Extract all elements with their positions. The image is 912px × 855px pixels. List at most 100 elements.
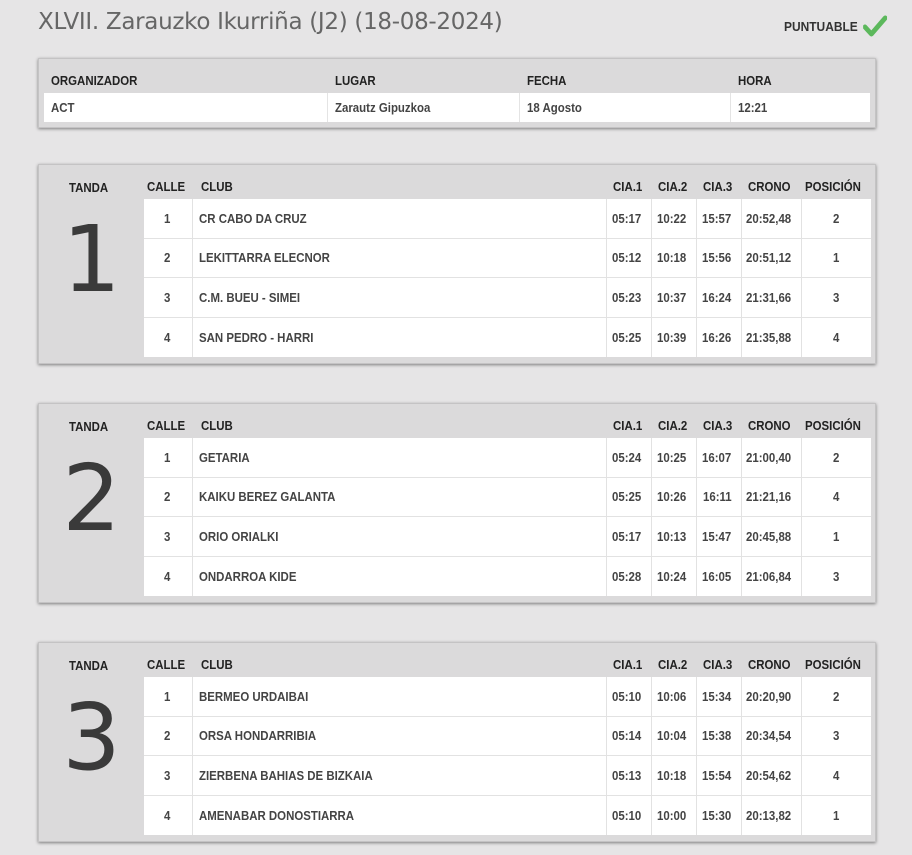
crono-cell: 20:51,12 [742,238,802,277]
hora-value: 12:21 [738,100,768,115]
club-cell: ONDARROA KIDE [193,556,607,596]
calle-cell: 4 [144,795,193,835]
cia1-cell: 05:13 [607,756,652,795]
cia2-cell: 10:24 [652,556,697,596]
heat-table: CALLE CLUB CIA.1 CIA.2 CIA.3 CRONO POSICIÓN 1 GE… [144,412,871,596]
race-info-card: ORGANIZADOR LUGAR FECHA HORA ACT Zarautz… [38,58,876,128]
table-row: 3 C.M. BUEU - SIMEI 05:23 10:37 16:24 21:31,6… [144,278,871,318]
crono-header: CRONO [747,178,791,194]
crono-header: CRONO [747,656,791,672]
table-row: 2 ORSA HONDARRIBIA 05:14 10:04 15:38 20:34,54… [144,716,871,756]
posicion-cell: 1 [832,250,840,266]
table-row: 4 AMENABAR DONOSTIARRA 05:10 10:00 15:30 20:1… [144,795,871,835]
club-cell: ORSA HONDARRIBIA [193,716,607,755]
cia2-header: CIA.2 [657,178,688,194]
cia3-header: CIA.3 [702,417,733,433]
cia2-cell: 10:18 [652,238,697,277]
lugar-header: LUGAR [335,72,376,88]
crono-cell: 20:54,62 [742,756,802,795]
club-cell: ZIERBENA BAHIAS DE BIZKAIA [193,756,607,795]
cia3-cell: 16:26 [697,317,742,357]
tanda-number: 1 [62,206,121,313]
cia2-cell: 10:13 [652,517,697,556]
crono-cell: 20:20,90 [742,677,802,716]
calle-cell: 4 [144,556,193,596]
cia3-cell: 15:54 [697,756,742,795]
heat-card: TANDA 3 CALLE CLUB CIA.1 CIA.2 CIA.3 CRONO POSIC… [38,642,876,842]
calle-header: CALLE [146,656,185,672]
cia1-cell: 05:28 [607,556,652,596]
cia1-cell: 05:25 [607,317,652,357]
calle-cell: 1 [144,199,193,238]
cia3-cell: 16:11 [697,477,742,516]
cia2-cell: 10:26 [652,477,697,516]
cia1-cell: 05:25 [607,477,652,516]
crono-cell: 20:34,54 [742,716,802,755]
posicion-cell: 2 [832,210,840,226]
posicion-cell: 4 [832,489,840,505]
crono-cell: 20:52,48 [742,199,802,238]
posicion-cell: 4 [832,329,840,345]
club-header: CLUB [201,417,233,433]
club-cell: AMENABAR DONOSTIARRA [193,795,607,835]
cia3-header: CIA.3 [702,656,733,672]
cia1-cell: 05:12 [607,238,652,277]
tanda-number: 2 [62,445,121,552]
table-row: 2 LEKITTARRA ELECNOR 05:12 10:18 15:56 20:51,… [144,238,871,278]
table-row: 4 SAN PEDRO - HARRI 05:25 10:39 16:26 21:35,8… [144,317,871,357]
cia1-cell: 05:10 [607,795,652,835]
calle-cell: 2 [144,716,193,755]
calle-cell: 4 [144,317,193,357]
race-info-header: ORGANIZADOR LUGAR FECHA HORA [44,67,870,93]
organizador-value: ACT [44,93,328,122]
club-cell: C.M. BUEU - SIMEI [193,278,607,317]
calle-header: CALLE [146,417,185,433]
crono-cell: 20:13,82 [742,795,802,835]
table-row: 3 ORIO ORIALKI 05:17 10:13 15:47 20:45,88 1 [144,517,871,557]
posicion-header: POSICIÓN [804,656,861,672]
cia1-header: CIA.1 [612,178,643,194]
table-row: 1 BERMEO URDAIBAI 05:10 10:06 15:34 20:20,90 2 [144,677,871,717]
calle-cell: 3 [144,517,193,556]
cia1-cell: 05:24 [607,438,652,477]
heat-table: CALLE CLUB CIA.1 CIA.2 CIA.3 CRONO POSICIÓN 1 CR… [144,173,871,357]
cia1-cell: 05:23 [607,278,652,317]
posicion-cell: 3 [832,728,840,744]
heat-table-header: CALLE CLUB CIA.1 CIA.2 CIA.3 CRONO POSICIÓN [144,412,871,438]
check-icon [862,15,888,37]
calle-cell: 3 [144,278,193,317]
cia3-header: CIA.3 [702,178,733,194]
posicion-cell: 2 [832,688,840,704]
club-cell: ORIO ORIALKI [193,517,607,556]
cia3-cell: 15:57 [697,199,742,238]
club-cell: GETARIA [193,438,607,477]
posicion-cell: 3 [832,568,840,584]
calle-cell: 1 [144,677,193,716]
posicion-cell: 4 [832,767,840,783]
cia2-cell: 10:25 [652,438,697,477]
organizador-header: ORGANIZADOR [51,72,138,88]
cia3-cell: 15:56 [697,238,742,277]
cia2-cell: 10:04 [652,716,697,755]
club-cell: BERMEO URDAIBAI [193,677,607,716]
posicion-header: POSICIÓN [804,417,861,433]
cia2-cell: 10:18 [652,756,697,795]
cia3-cell: 15:38 [697,716,742,755]
puntuable-label: PUNTUABLE [784,18,858,34]
club-cell: KAIKU BEREZ GALANTA [193,477,607,516]
club-header: CLUB [201,656,233,672]
cia1-cell: 05:14 [607,716,652,755]
calle-cell: 2 [144,238,193,277]
table-row: 1 GETARIA 05:24 10:25 16:07 21:00,40 2 [144,438,871,478]
club-cell: LEKITTARRA ELECNOR [193,238,607,277]
crono-header: CRONO [747,417,791,433]
tanda-label: TANDA [69,180,109,195]
cia3-cell: 16:07 [697,438,742,477]
table-row: 1 CR CABO DA CRUZ 05:17 10:22 15:57 20:52,48 2 [144,199,871,239]
crono-cell: 21:35,88 [742,317,802,357]
cia1-header: CIA.1 [612,417,643,433]
cia2-header: CIA.2 [657,656,688,672]
posicion-cell: 3 [832,289,840,305]
race-info-row: ACT Zarautz Gipuzkoa 18 Agosto 12:21 [44,93,870,122]
crono-cell: 21:00,40 [742,438,802,477]
